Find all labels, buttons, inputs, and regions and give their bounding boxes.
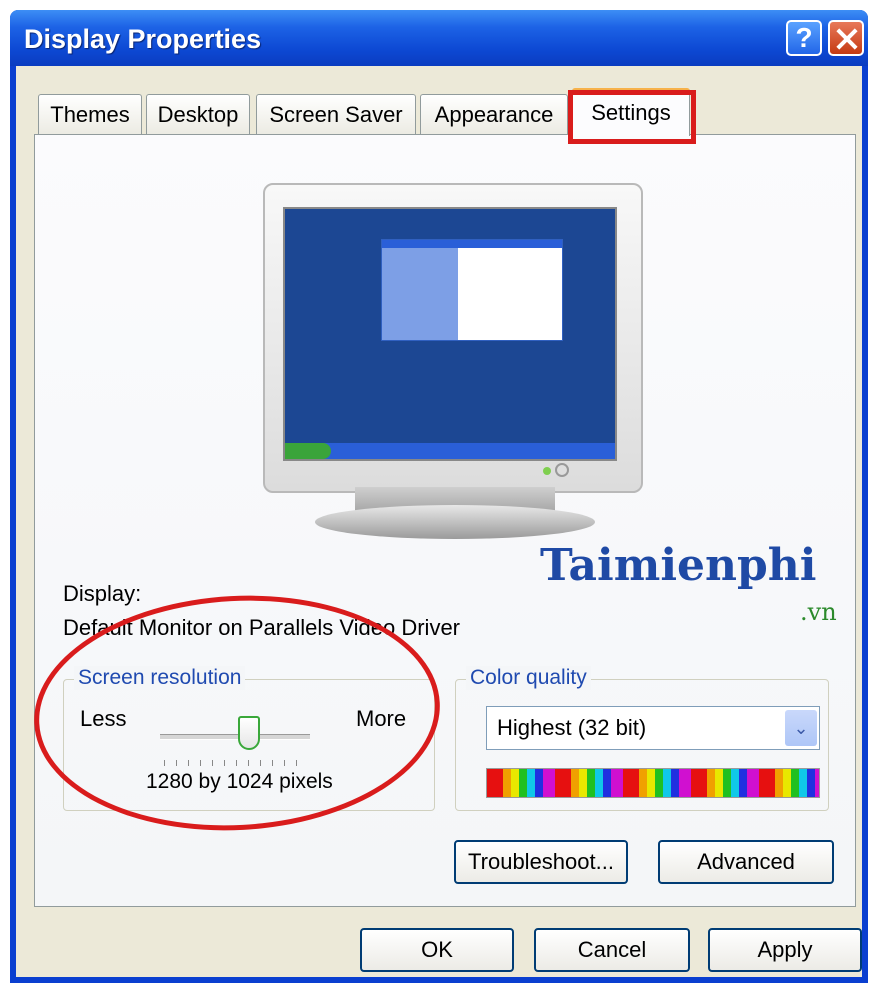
tab-desktop[interactable]: Desktop (146, 94, 250, 134)
troubleshoot-button[interactable]: Troubleshoot... (454, 840, 628, 884)
tab-themes[interactable]: Themes (38, 94, 142, 134)
color-spectrum-bar (486, 768, 820, 798)
preview-window (381, 239, 563, 341)
color-quality-selected: Highest (32 bit) (497, 715, 647, 740)
tab-screen-saver[interactable]: Screen Saver (256, 94, 416, 134)
power-button-icon (555, 463, 569, 477)
monitor-screen (283, 207, 617, 461)
monitor-icon (263, 183, 643, 493)
help-button[interactable]: ? (786, 20, 822, 56)
close-button[interactable] (828, 20, 864, 56)
tab-appearance[interactable]: Appearance (420, 94, 568, 134)
window-title: Display Properties (24, 24, 262, 54)
color-quality-select[interactable]: Highest (32 bit) ⌄ (486, 706, 820, 750)
apply-button[interactable]: Apply (708, 928, 862, 972)
ok-button[interactable]: OK (360, 928, 514, 972)
color-quality-label: Color quality (466, 666, 591, 690)
title-bar[interactable]: Display Properties ? (10, 10, 868, 66)
power-led (543, 467, 551, 475)
chevron-down-icon[interactable]: ⌄ (785, 710, 817, 746)
preview-taskbar (285, 443, 615, 459)
advanced-button[interactable]: Advanced (658, 840, 834, 884)
monitor-base (315, 505, 595, 539)
cancel-button[interactable]: Cancel (534, 928, 690, 972)
watermark-logo: Taimienphi (540, 540, 817, 591)
settings-tab-annotation (568, 90, 696, 144)
watermark-suffix: .vn (800, 598, 837, 626)
display-label: Display: (63, 581, 142, 606)
dialog-client-area: Themes Desktop Screen Saver Appearance S… (16, 66, 862, 977)
display-properties-window: Display Properties ? Themes Desktop Scre… (10, 10, 868, 983)
